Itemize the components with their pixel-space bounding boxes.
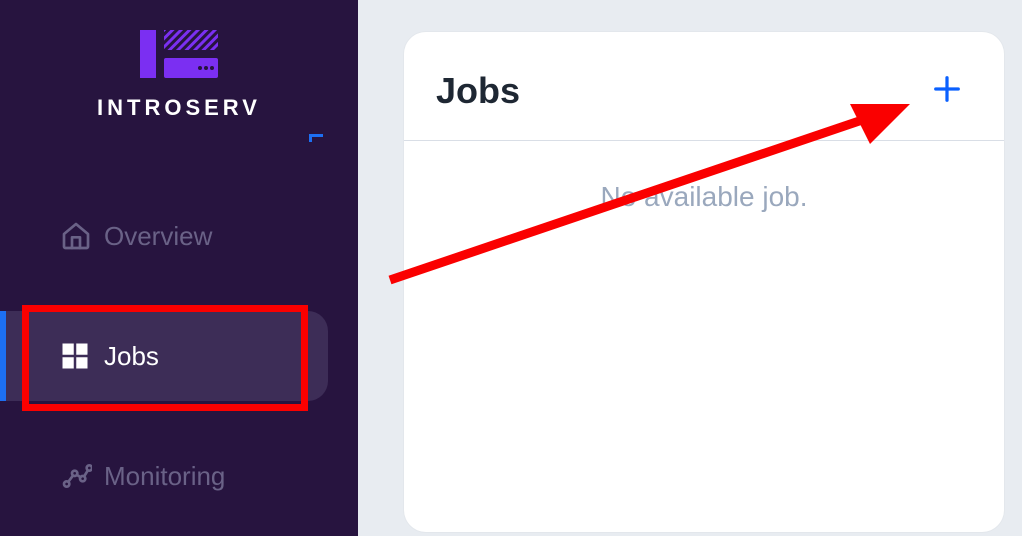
corner-mark-icon [309,134,323,148]
sidebar-item-jobs[interactable]: Jobs [0,311,328,401]
sidebar-item-label: Overview [104,221,212,252]
empty-state-text: No available job. [404,181,1004,213]
sidebar-item-label: Jobs [104,341,159,372]
plus-icon [932,74,962,109]
sidebar-item-monitoring[interactable]: Monitoring [0,431,358,521]
sidebar: INTROSERV Overview [0,0,358,536]
sidebar-item-label: Monitoring [104,461,225,492]
brand-logo-icon [134,71,224,88]
add-job-button[interactable] [930,74,964,108]
brand-name: INTROSERV [0,95,358,121]
grid-icon [60,341,104,371]
home-icon [60,220,104,252]
card-title: Jobs [436,70,520,112]
brand-logo-block: INTROSERV [0,20,358,121]
card-header: Jobs [404,32,1004,141]
sidebar-item-overview[interactable]: Overview [0,191,358,281]
sidebar-nav: Overview Jobs [0,191,358,521]
card-body: No available job. [404,141,1004,213]
jobs-card: Jobs No available job. [404,32,1004,532]
analytics-icon [60,460,104,492]
